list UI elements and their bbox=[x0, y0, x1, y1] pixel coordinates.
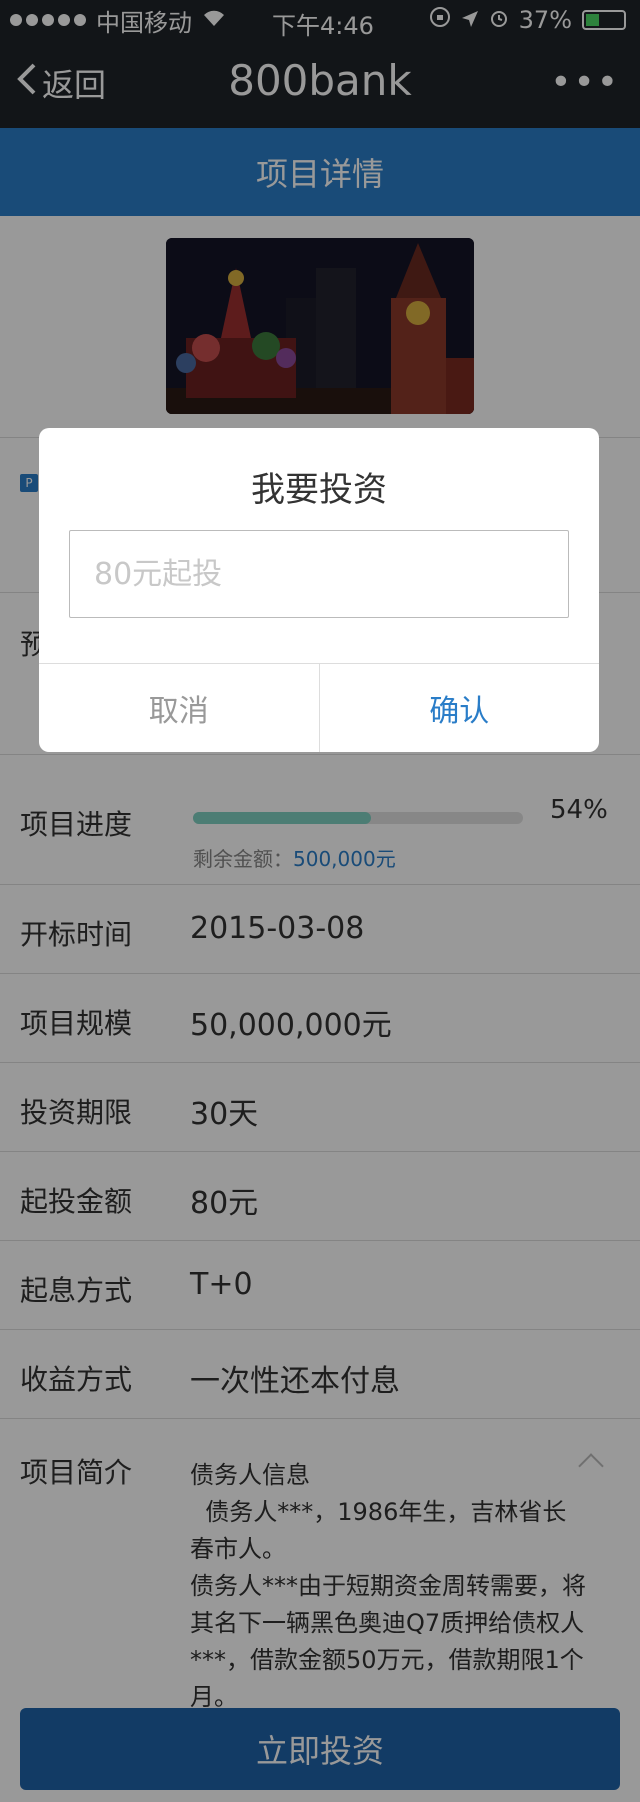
confirm-button[interactable]: 确认 bbox=[320, 664, 600, 752]
invest-dialog: 我要投资 取消 确认 bbox=[39, 428, 599, 752]
dialog-title: 我要投资 bbox=[251, 470, 387, 510]
dialog-actions: 取消 确认 bbox=[39, 663, 599, 752]
modal-overlay[interactable] bbox=[0, 0, 640, 1802]
cancel-button[interactable]: 取消 bbox=[39, 664, 320, 752]
invest-amount-input[interactable] bbox=[69, 530, 569, 618]
